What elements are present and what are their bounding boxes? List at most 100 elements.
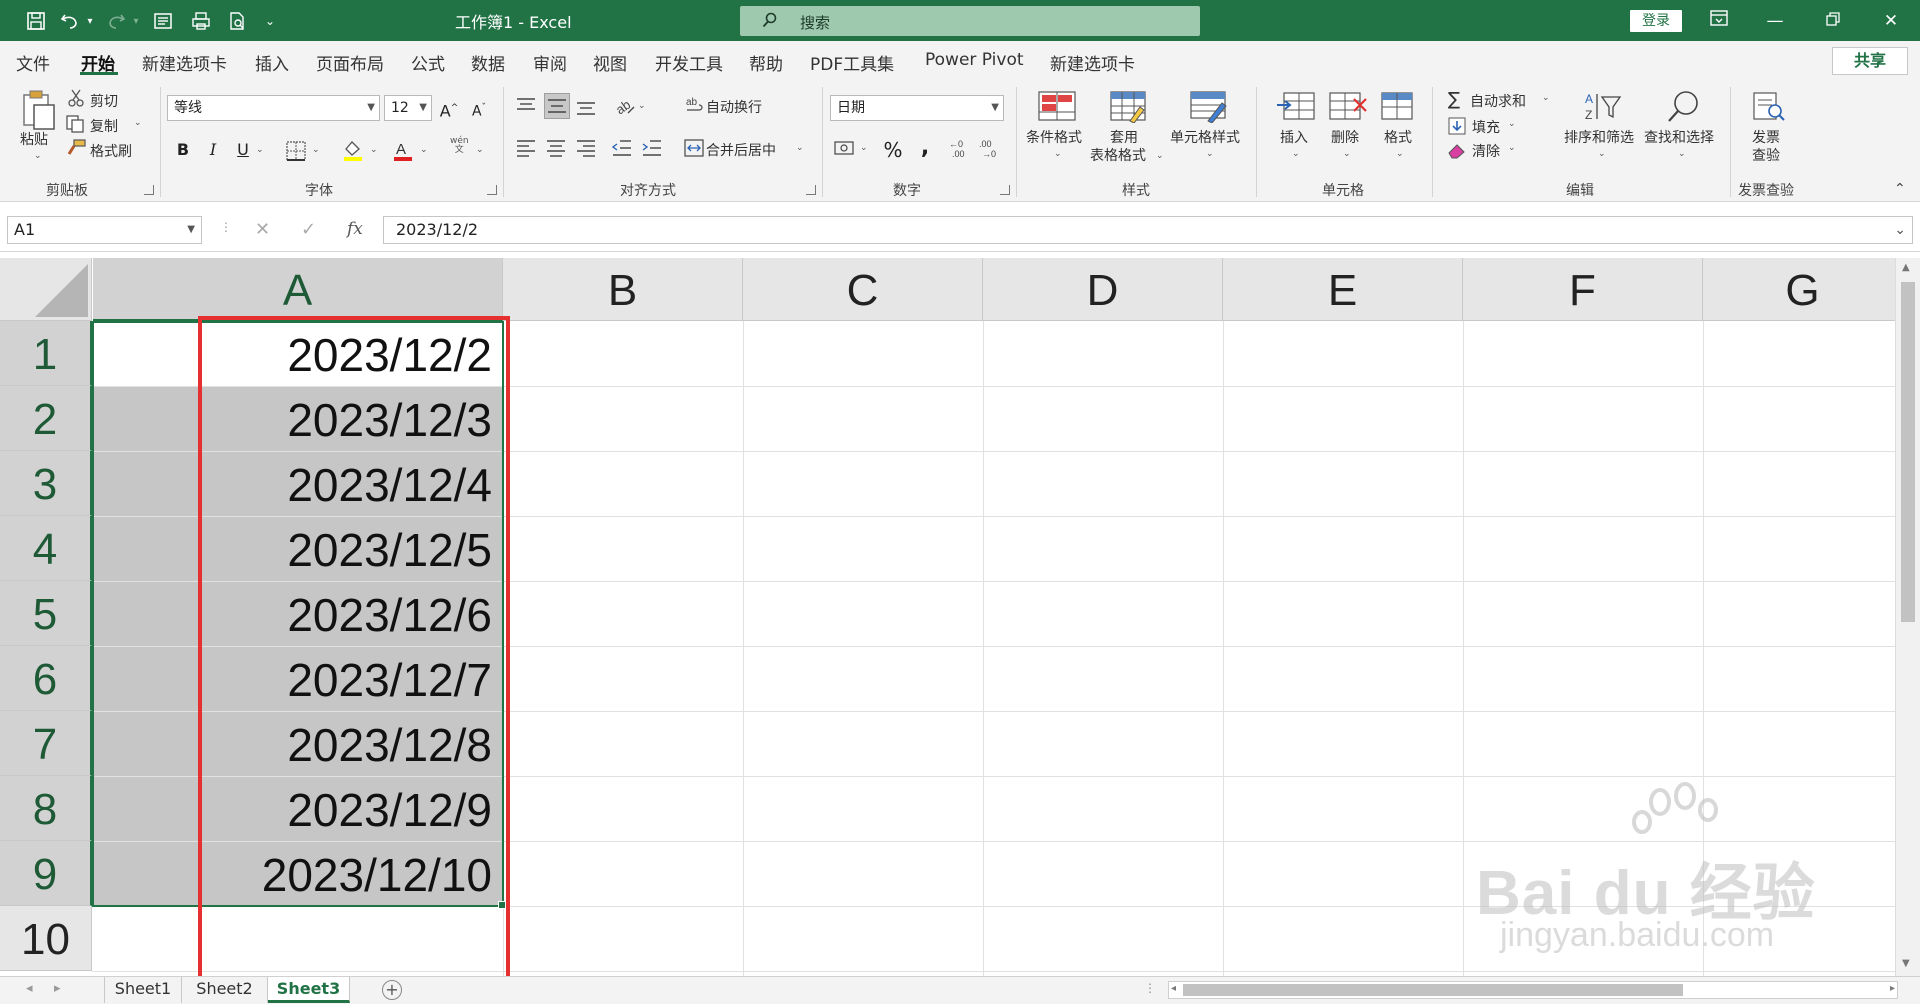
font-size-select[interactable]: 12 ▼ <box>384 95 432 121</box>
scroll-right-icon[interactable]: ▸ <box>1890 983 1895 994</box>
cell-a4[interactable]: 2023/12/5 <box>93 517 502 581</box>
redo-icon[interactable] <box>104 7 128 35</box>
tab-new-tab-1[interactable]: 新建选项卡 <box>142 50 227 75</box>
sheet-tab-2[interactable]: Sheet2 <box>182 977 268 1003</box>
column-header-d[interactable]: D <box>983 258 1223 321</box>
horizontal-scrollbar[interactable]: ◂ ▸ <box>1168 981 1898 999</box>
minimize-icon[interactable]: — <box>1760 8 1790 34</box>
name-box[interactable]: A1 ▼ <box>7 216 202 244</box>
row-header-3[interactable]: 3 <box>0 451 92 516</box>
underline-button[interactable]: U <box>230 137 256 163</box>
increase-decimal-icon[interactable]: ←0.00 <box>948 137 970 163</box>
formula-input[interactable]: 2023/12/2 ⌄ <box>383 216 1913 244</box>
vertical-scroll-thumb[interactable] <box>1901 282 1915 622</box>
cancel-icon[interactable]: ✕ <box>255 219 270 240</box>
phonetic-dropdown-icon[interactable]: ⌄ <box>476 145 484 155</box>
row-header-2[interactable]: 2 <box>0 386 92 451</box>
fill-color-dropdown-icon[interactable]: ⌄ <box>370 145 378 155</box>
number-format-select[interactable]: 日期 ▼ <box>830 95 1004 121</box>
print-icon[interactable] <box>224 7 250 35</box>
cut-button[interactable]: 剪切 <box>90 91 118 111</box>
save-icon[interactable] <box>22 7 50 35</box>
delete-cells-button[interactable]: 删除 <box>1331 129 1359 147</box>
column-header-g[interactable]: G <box>1703 258 1895 321</box>
next-sheet-icon[interactable]: ▸ <box>54 981 61 996</box>
cell-a8[interactable]: 2023/12/9 <box>93 777 502 841</box>
print-preview-icon[interactable] <box>188 7 214 35</box>
conditional-formatting-button[interactable]: 条件格式 <box>1026 129 1082 147</box>
align-middle-icon[interactable] <box>544 93 570 119</box>
scroll-up-icon[interactable]: ▲ <box>1902 262 1910 273</box>
copy-button[interactable]: 复制 <box>90 116 118 136</box>
align-center-icon[interactable] <box>546 139 566 161</box>
invoice-check-label-1[interactable]: 发票 <box>1752 129 1780 147</box>
paste-icon[interactable] <box>18 89 58 135</box>
scroll-left-icon[interactable]: ◂ <box>1171 983 1176 994</box>
tab-formulas[interactable]: 公式 <box>411 50 445 75</box>
insert-cells-dropdown-icon[interactable]: ⌄ <box>1292 149 1300 159</box>
format-as-table-dropdown-icon[interactable]: ⌄ <box>1156 151 1164 161</box>
share-button[interactable]: 共享 <box>1832 47 1908 75</box>
fill-button[interactable]: 填充 <box>1472 117 1500 137</box>
column-header-b[interactable]: B <box>503 258 743 321</box>
clear-button[interactable]: 清除 <box>1472 141 1500 161</box>
border-dropdown-icon[interactable]: ⌄ <box>312 145 320 155</box>
comma-button[interactable]: , <box>912 135 938 161</box>
scroll-down-icon[interactable]: ▼ <box>1902 958 1910 969</box>
phonetic-guide-icon[interactable]: wén 文 <box>450 137 469 155</box>
align-left-icon[interactable] <box>516 139 536 161</box>
prev-sheet-icon[interactable]: ◂ <box>26 981 33 996</box>
cell-a1[interactable]: 2023/12/2 <box>93 322 502 386</box>
cell-a3[interactable]: 2023/12/4 <box>93 452 502 516</box>
expand-formula-icon[interactable]: ⌄ <box>1894 217 1906 243</box>
sort-filter-dropdown-icon[interactable]: ⌄ <box>1598 149 1606 159</box>
merge-dropdown-icon[interactable]: ⌄ <box>796 143 804 153</box>
decrease-decimal-icon[interactable]: .00 →0 <box>978 137 1000 163</box>
tab-developer[interactable]: 开发工具 <box>655 50 723 75</box>
cell-a5[interactable]: 2023/12/6 <box>93 582 502 646</box>
collapse-ribbon-icon[interactable]: ⌃ <box>1894 181 1906 197</box>
percent-button[interactable]: % <box>880 137 906 163</box>
insert-function-icon[interactable]: fx <box>347 219 363 239</box>
clear-dropdown-icon[interactable]: ⌄ <box>1508 143 1516 153</box>
autosum-dropdown-icon[interactable]: ⌄ <box>1542 93 1550 103</box>
row-header-8[interactable]: 8 <box>0 776 92 841</box>
search-input[interactable]: 搜索 <box>740 6 1200 36</box>
tab-data[interactable]: 数据 <box>471 50 505 75</box>
sheet-tab-3[interactable]: Sheet3 <box>268 977 350 1003</box>
align-top-icon[interactable] <box>516 97 536 119</box>
cell-a2[interactable]: 2023/12/3 <box>93 387 502 451</box>
cell-styles-button[interactable]: 单元格样式 <box>1170 129 1240 147</box>
delete-cells-dropdown-icon[interactable]: ⌄ <box>1343 149 1351 159</box>
worksheet-grid[interactable]: A B C D E F G 1 2 3 4 5 6 7 8 9 10 2023/… <box>0 258 1895 976</box>
find-select-dropdown-icon[interactable]: ⌄ <box>1678 149 1686 159</box>
find-select-button[interactable]: 查找和选择 <box>1644 129 1714 147</box>
row-header-10[interactable]: 10 <box>0 906 92 971</box>
fill-dropdown-icon[interactable]: ⌄ <box>1508 119 1516 129</box>
fill-color-icon[interactable] <box>342 139 364 165</box>
tab-view[interactable]: 视图 <box>593 50 627 75</box>
autosum-button[interactable]: 自动求和 <box>1470 91 1526 111</box>
font-name-select[interactable]: 等线 ▼ <box>167 95 380 121</box>
increase-indent-icon[interactable] <box>642 139 662 161</box>
add-sheet-button[interactable]: + <box>382 980 402 1000</box>
align-right-icon[interactable] <box>576 139 596 161</box>
invoice-check-label-2[interactable]: 查验 <box>1752 147 1780 165</box>
decrease-indent-icon[interactable] <box>611 139 632 161</box>
drag-handle-icon[interactable]: ⋮ <box>220 220 232 234</box>
alignment-dialog-launcher[interactable] <box>806 185 816 195</box>
format-painter-button[interactable]: 格式刷 <box>90 141 132 161</box>
row-header-4[interactable]: 4 <box>0 516 92 581</box>
customize-toolbar-icon[interactable]: ⌄ <box>262 7 278 35</box>
border-icon[interactable] <box>286 141 306 165</box>
copy-dropdown-icon[interactable]: ⌄ <box>134 118 142 128</box>
conditional-formatting-dropdown-icon[interactable]: ⌄ <box>1054 149 1062 159</box>
horizontal-scroll-thumb[interactable] <box>1183 984 1683 996</box>
clipboard-dialog-launcher[interactable] <box>144 185 154 195</box>
align-bottom-icon[interactable] <box>576 97 596 121</box>
font-color-dropdown-icon[interactable]: ⌄ <box>420 145 428 155</box>
cell-a7[interactable]: 2023/12/8 <box>93 712 502 776</box>
increase-font-size-icon[interactable]: A^ <box>436 95 462 121</box>
orientation-dropdown-icon[interactable]: ⌄ <box>638 101 646 111</box>
restore-icon[interactable] <box>1818 8 1848 34</box>
